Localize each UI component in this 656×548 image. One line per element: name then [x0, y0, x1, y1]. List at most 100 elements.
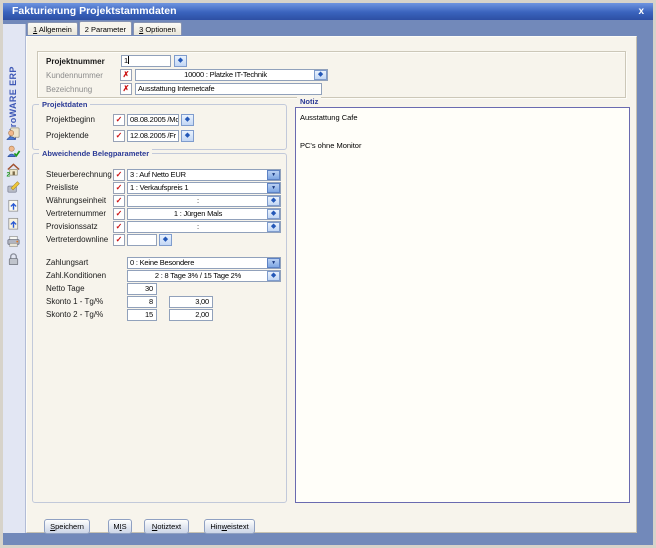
- projektbeginn-checkbox[interactable]: ✓: [113, 114, 125, 126]
- projektbeginn-label: Projektbeginn: [46, 114, 95, 126]
- kundennummer-combo[interactable]: 10000 : Platzke IT-Technik ◆: [135, 69, 328, 81]
- hinweistext-button[interactable]: Hinweistext: [204, 519, 255, 534]
- home-icon[interactable]: 2: [6, 162, 21, 177]
- steuerberechnung-dropdown-icon[interactable]: ▼: [267, 170, 280, 180]
- button-label-part: Hin: [210, 522, 221, 531]
- title-bar: Fakturierung Projektstammdaten x: [3, 3, 653, 20]
- provisionssatz-value: :: [197, 222, 199, 231]
- bezeichnung-input[interactable]: Ausstattung Internetcafe: [135, 83, 322, 95]
- projektdaten-group: Projektdaten Projektbeginn ✓ 08.08.2005 …: [32, 104, 287, 150]
- zahlungsart-value: 0 : Keine Besondere: [130, 258, 194, 267]
- waehrungseinheit-checkbox[interactable]: ✓: [113, 195, 125, 207]
- zahlungsart-dropdown-icon[interactable]: ▼: [267, 258, 280, 268]
- vertreterdownline-label: Vertreterdownline: [46, 234, 108, 246]
- steuerberechnung-checkbox[interactable]: ✓: [113, 169, 125, 181]
- nettotage-value: 30: [145, 284, 153, 293]
- belegparameter-legend: Abweichende Belegparameter: [39, 149, 152, 158]
- bezeichnung-label: Bezeichnung: [46, 84, 92, 96]
- skonto2-prozent-value: 2,00: [195, 310, 209, 319]
- preisliste-label: Preisliste: [46, 182, 78, 194]
- window-title: Fakturierung Projektstammdaten: [12, 5, 177, 17]
- vertreternummer-value: 1 : Jürgen Mals: [174, 209, 222, 218]
- skonto2-tage-value: 15: [145, 310, 153, 319]
- preisliste-checkbox[interactable]: ✓: [113, 182, 125, 194]
- skonto1-prozent-value: 3,00: [195, 297, 209, 306]
- notiztext-button[interactable]: Notiztext: [144, 519, 189, 534]
- tab-label-part: 2 Parameter: [85, 25, 126, 34]
- skonto1-prozent-input[interactable]: 3,00: [169, 296, 213, 308]
- provisionssatz-checkbox[interactable]: ✓: [113, 221, 125, 233]
- tab-allgemein[interactable]: 1 Allgemein: [27, 22, 78, 35]
- sidebar: BüroWARE ERP 2: [3, 24, 26, 533]
- zahlkonditionen-label: Zahl.Konditionen: [46, 270, 106, 282]
- skonto2-prozent-input[interactable]: 2,00: [169, 309, 213, 321]
- skonto2-tage-input[interactable]: 15: [127, 309, 157, 321]
- svg-text:2: 2: [6, 172, 10, 177]
- preisliste-dropdown-icon[interactable]: ▼: [267, 183, 280, 193]
- tab-parameter[interactable]: 2 Parameter: [79, 21, 132, 35]
- skonto1-tage-input[interactable]: 8: [127, 296, 157, 308]
- mis-button[interactable]: MIS: [108, 519, 132, 534]
- projektbeginn-spinner[interactable]: ◆: [181, 114, 194, 126]
- vertreternummer-input[interactable]: 1 : Jürgen Mals ◆: [127, 208, 281, 220]
- provisionssatz-input[interactable]: :◆: [127, 221, 281, 233]
- projektbeginn-input[interactable]: 08.08.2005 /Mo: [127, 114, 179, 126]
- projektende-spinner[interactable]: ◆: [181, 130, 194, 142]
- kundennummer-clear-icon[interactable]: ✗: [120, 69, 132, 81]
- user-check-icon[interactable]: [6, 144, 21, 159]
- tab-label-part: Allgemein: [37, 25, 72, 34]
- bezeichnung-value: Ausstattung Internetcafe: [138, 84, 215, 93]
- sidebar-toolbar: 2: [6, 126, 21, 267]
- nettotage-input[interactable]: 30: [127, 283, 157, 295]
- preisliste-value: 1 : Verkaufspreis 1: [130, 183, 188, 192]
- waehrungseinheit-spinner[interactable]: ◆: [267, 196, 280, 206]
- waehrungseinheit-label: Währungseinheit: [46, 195, 106, 207]
- nettotage-label: Netto Tage: [46, 283, 85, 295]
- zahlkonditionen-input[interactable]: 2 : 8 Tage 3% / 15 Tage 2% ◆: [127, 270, 281, 282]
- projektnummer-input[interactable]: 1: [121, 55, 171, 67]
- tab-label-part: Optionen: [143, 25, 176, 34]
- vertreterdownline-spinner[interactable]: ◆: [159, 234, 172, 246]
- kundennummer-label: Kundennummer: [46, 70, 103, 82]
- speichern-button[interactable]: Speichern: [44, 519, 90, 534]
- vertreterdownline-input[interactable]: [127, 234, 157, 246]
- doc-send-icon[interactable]: [6, 216, 21, 231]
- tab-optionen[interactable]: 3 Optionen: [133, 22, 182, 35]
- button-label-part: S: [122, 522, 127, 531]
- button-label-part: otiztext: [157, 522, 181, 531]
- close-icon[interactable]: x: [638, 4, 644, 19]
- vertreternummer-checkbox[interactable]: ✓: [113, 208, 125, 220]
- text-caret: [128, 56, 129, 64]
- projektende-checkbox[interactable]: ✓: [113, 130, 125, 142]
- notiz-line: PC's ohne Monitor: [300, 139, 625, 153]
- app-window: Fakturierung Projektstammdaten x BüroWAR…: [0, 0, 656, 548]
- vertreterdownline-checkbox[interactable]: ✓: [113, 234, 125, 246]
- edit-tools-icon[interactable]: [6, 180, 21, 195]
- waehrungseinheit-input[interactable]: :◆: [127, 195, 281, 207]
- steuerberechnung-combo[interactable]: 3 : Auf Netto EUR ▼: [127, 169, 281, 181]
- projektende-input[interactable]: 12.08.2005 /Fr: [127, 130, 179, 142]
- vertreternummer-label: Vertreternummer: [46, 208, 106, 220]
- projektnummer-label: Projektnummer: [46, 56, 105, 68]
- provisionssatz-spinner[interactable]: ◆: [267, 222, 280, 232]
- preisliste-combo[interactable]: 1 : Verkaufspreis 1 ▼: [127, 182, 281, 194]
- steuerberechnung-label: Steuerberechnung: [46, 169, 112, 181]
- bezeichnung-clear-icon[interactable]: ✗: [120, 83, 132, 95]
- skonto2-label: Skonto 2 - Tg/%: [46, 309, 103, 321]
- zahlkonditionen-spinner[interactable]: ◆: [267, 271, 280, 281]
- kundennummer-value: 10000 : Platzke IT-Technik: [184, 70, 267, 79]
- zahlungsart-label: Zahlungsart: [46, 257, 88, 269]
- notiz-textarea[interactable]: Ausstattung Cafe PC's ohne Monitor: [295, 107, 630, 503]
- lock-icon[interactable]: [6, 252, 21, 267]
- skonto1-label: Skonto 1 - Tg/%: [46, 296, 103, 308]
- doc-export-icon[interactable]: [6, 198, 21, 213]
- projektnummer-spinner[interactable]: ◆: [174, 55, 187, 67]
- zahlungsart-combo[interactable]: 0 : Keine Besondere ▼: [127, 257, 281, 269]
- user-card-icon[interactable]: [6, 126, 21, 141]
- printer-icon[interactable]: [6, 234, 21, 249]
- steuerberechnung-value: 3 : Auf Netto EUR: [130, 170, 186, 179]
- zahlkonditionen-value: 2 : 8 Tage 3% / 15 Tage 2%: [155, 271, 241, 280]
- projektende-label: Projektende: [46, 130, 89, 142]
- vertreternummer-spinner[interactable]: ◆: [267, 209, 280, 219]
- kundennummer-spinner[interactable]: ◆: [314, 70, 327, 80]
